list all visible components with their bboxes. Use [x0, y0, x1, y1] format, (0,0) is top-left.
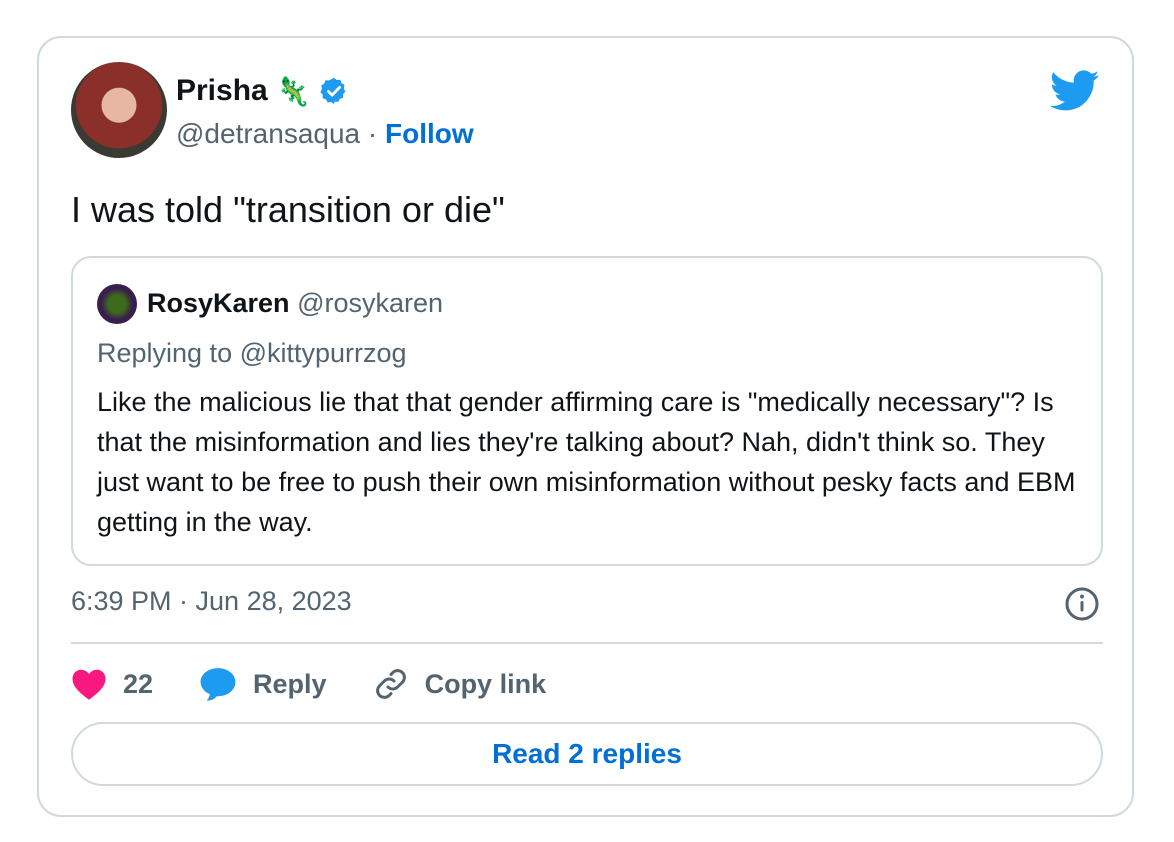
tweet-card: Prisha 🦎 @detransaqua · Follow I was tol… — [37, 36, 1134, 817]
reply-button[interactable]: Reply — [199, 666, 327, 702]
info-icon[interactable] — [1064, 586, 1100, 622]
action-bar: 22 Reply Copy link — [71, 664, 592, 704]
tweet-text: I was told "transition or die" — [71, 189, 505, 230]
verified-badge-icon — [319, 77, 345, 105]
replying-to-text: Replying to @kittypurrzog — [97, 338, 407, 368]
like-count: 22 — [123, 668, 154, 699]
author-name[interactable]: Prisha — [176, 74, 268, 108]
quoted-author-handle: @rosykaren — [297, 288, 444, 318]
quoted-tweet-text: Like the malicious lie that that gender … — [97, 387, 1076, 537]
quoted-author-avatar[interactable] — [97, 284, 137, 324]
quoted-tweet[interactable]: RosyKaren @rosykaren Replying to @kittyp… — [71, 256, 1103, 566]
divider — [71, 642, 1103, 644]
heart-icon — [72, 669, 106, 700]
link-icon — [375, 669, 406, 699]
copy-link-button[interactable]: Copy link — [373, 666, 547, 702]
twitter-bird-icon[interactable] — [1050, 70, 1100, 112]
tweet-timestamp[interactable]: 6:39 PM · Jun 28, 2023 — [71, 586, 352, 617]
handle-separator: · — [360, 118, 385, 149]
quoted-author-name: RosyKaren — [147, 288, 290, 318]
read-replies-button[interactable]: Read 2 replies — [71, 722, 1103, 786]
follow-button[interactable]: Follow — [385, 118, 474, 149]
author-handle-row: @detransaqua · Follow — [176, 118, 474, 150]
lizard-emoji: 🦎 — [275, 75, 311, 107]
author-name-row: Prisha 🦎 — [176, 74, 349, 108]
like-button[interactable]: 22 — [71, 667, 153, 701]
copy-link-label: Copy link — [424, 668, 547, 699]
quoted-author-row: RosyKaren @rosykaren — [147, 288, 443, 319]
author-avatar[interactable] — [71, 62, 167, 158]
reply-label: Reply — [253, 668, 327, 699]
author-handle[interactable]: @detransaqua — [176, 118, 360, 149]
reply-bubble-icon — [200, 668, 236, 701]
